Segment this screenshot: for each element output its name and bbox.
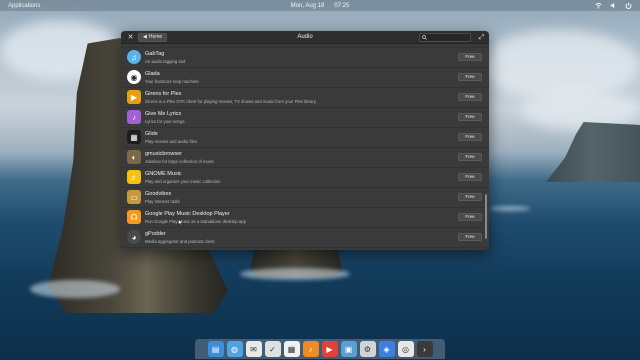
app-description: Play movies and audio files bbox=[145, 139, 198, 144]
gabtag-icon: ♫ bbox=[127, 50, 141, 64]
distant-cliff bbox=[546, 122, 640, 182]
app-name: gmusicbrowser bbox=[145, 151, 182, 157]
app-description: Jukebox for large collection of music bbox=[145, 159, 215, 164]
app-name: GNOME Music bbox=[145, 171, 182, 177]
home-button-label: Home bbox=[148, 34, 163, 40]
search-input[interactable] bbox=[429, 34, 469, 41]
free-install-button[interactable]: Free bbox=[458, 93, 482, 101]
music-note-icon: ♪ bbox=[127, 110, 141, 124]
photos-icon[interactable]: ▣ bbox=[340, 341, 357, 357]
app-name: Give Me Lyrics bbox=[145, 111, 182, 117]
home-button[interactable]: ◀ Home bbox=[138, 33, 168, 42]
free-install-button[interactable]: Free bbox=[458, 73, 482, 81]
files-icon[interactable]: ▤ bbox=[207, 341, 224, 357]
free-install-button[interactable]: Free bbox=[458, 213, 482, 221]
gpodder-icon: ◕ bbox=[127, 230, 141, 244]
sea-foam bbox=[240, 268, 350, 280]
app-name: GabTag bbox=[145, 51, 165, 57]
tasks-icon[interactable]: ✓ bbox=[264, 341, 281, 357]
free-install-button[interactable]: Free bbox=[458, 53, 482, 61]
free-install-button[interactable]: Free bbox=[458, 233, 482, 241]
sea-foam bbox=[30, 280, 120, 298]
list-item[interactable]: ♬ GNOME Music Play and organize your music… bbox=[121, 168, 489, 188]
list-item[interactable]: ♫ GabTag An audio tagging tool Free bbox=[121, 48, 489, 68]
list-item[interactable]: ▦ Glide Play movies and audio files Free bbox=[121, 128, 489, 148]
free-install-button[interactable]: Free bbox=[458, 193, 482, 201]
app-description: Play Internet radio bbox=[145, 199, 180, 204]
system-tray bbox=[595, 2, 632, 10]
app-name: Glada bbox=[145, 71, 160, 77]
app-description: An audio tagging tool bbox=[145, 59, 186, 64]
mail-icon[interactable]: ✉ bbox=[245, 341, 262, 357]
top-panel: Applications Mon, Aug 18 07:25 bbox=[0, 0, 640, 11]
film-icon: ▦ bbox=[127, 130, 141, 144]
clock[interactable]: Mon, Aug 18 07:25 bbox=[291, 3, 350, 9]
list-item[interactable]: ♪ Give Me Lyrics Lyrics for your songs. Fre… bbox=[121, 108, 489, 128]
app-name: Glide bbox=[145, 131, 158, 137]
settings-icon[interactable]: ⚙ bbox=[359, 341, 376, 357]
gnome-music-icon: ♬ bbox=[127, 170, 141, 184]
app-description: Lyrics for your songs. bbox=[145, 119, 186, 124]
window-header: ✕ ◀ Home Audio ⤢ bbox=[121, 31, 489, 44]
app-list: ♫ GabTag An audio tagging tool Free ◉ Glada Yo… bbox=[121, 44, 489, 250]
videos-icon[interactable]: ▶ bbox=[321, 341, 338, 357]
expand-icon[interactable]: ⤢ bbox=[477, 33, 486, 42]
power-icon[interactable] bbox=[625, 2, 632, 10]
calendar-icon[interactable]: ▦ bbox=[283, 341, 300, 357]
gmusicbrowser-icon: ◐ bbox=[127, 150, 141, 164]
app-description: Play and organize your music collection bbox=[145, 179, 221, 184]
free-install-button[interactable]: Free bbox=[458, 133, 482, 141]
search-icon bbox=[422, 35, 427, 40]
app-name: Goodvibes bbox=[145, 191, 172, 197]
appcenter-icon[interactable]: ◈ bbox=[378, 341, 395, 357]
time-label: 07:25 bbox=[334, 2, 350, 9]
headphones-icon: ☊ bbox=[127, 210, 141, 224]
free-install-button[interactable]: Free bbox=[458, 113, 482, 121]
list-item[interactable]: ◉ Glada Your hardcore loop machine Free bbox=[121, 68, 489, 88]
volume-icon[interactable] bbox=[610, 2, 617, 9]
chrome-icon[interactable]: ◎ bbox=[397, 341, 414, 357]
list-item[interactable]: ◕ gPodder Media aggregator and podcast cli… bbox=[121, 228, 489, 248]
list-item[interactable]: ▭ Goodvibes Play Internet radio Free bbox=[121, 188, 489, 208]
close-icon[interactable]: ✕ bbox=[126, 33, 135, 42]
terminal-icon[interactable]: › bbox=[416, 341, 433, 357]
browser-icon[interactable]: ◍ bbox=[226, 341, 243, 357]
dock: ▤ ◍ ✉ ✓ ▦ ♪ ▶ ▣ ⚙ ◈ ◎ › bbox=[195, 339, 445, 359]
app-description: Girens is a Plex GTK client for playing … bbox=[145, 99, 317, 104]
applications-menu[interactable]: Applications bbox=[8, 3, 40, 9]
radio-icon: ▭ bbox=[127, 190, 141, 204]
app-name: gPodder bbox=[145, 231, 166, 237]
back-arrow-icon: ◀ bbox=[143, 34, 147, 40]
free-install-button[interactable]: Free bbox=[458, 173, 482, 181]
app-description: Run Google Play Music as a standalone de… bbox=[145, 219, 247, 224]
glada-icon: ◉ bbox=[127, 70, 141, 84]
list-item[interactable]: ▶ Girens for Plex Girens is a Plex GTK cli… bbox=[121, 88, 489, 108]
sea-foam bbox=[490, 206, 530, 211]
date-label: Mon, Aug 18 bbox=[290, 2, 325, 9]
list-item[interactable]: ☊ Google Play Music Desktop Player Run Goo… bbox=[121, 208, 489, 228]
scrollbar[interactable] bbox=[485, 194, 487, 239]
app-name: Girens for Plex bbox=[145, 91, 182, 97]
music-icon[interactable]: ♪ bbox=[302, 341, 319, 357]
app-description: Media aggregator and podcast client bbox=[145, 239, 215, 244]
app-description: Your hardcore loop machine bbox=[145, 79, 199, 84]
appcenter-window: ✕ ◀ Home Audio ⤢ ♫ GabTag An audio tagging… bbox=[121, 31, 489, 250]
search-field[interactable] bbox=[419, 33, 471, 42]
free-install-button[interactable]: Free bbox=[458, 153, 482, 161]
cloud bbox=[480, 30, 640, 100]
app-name: Google Play Music Desktop Player bbox=[145, 211, 230, 217]
wifi-icon[interactable] bbox=[595, 2, 602, 9]
cloud bbox=[520, 90, 640, 130]
mouse-cursor-icon bbox=[178, 219, 183, 226]
girens-icon: ▶ bbox=[127, 90, 141, 104]
list-item[interactable]: ◐ gmusicbrowser Jukebox for large collecti… bbox=[121, 148, 489, 168]
